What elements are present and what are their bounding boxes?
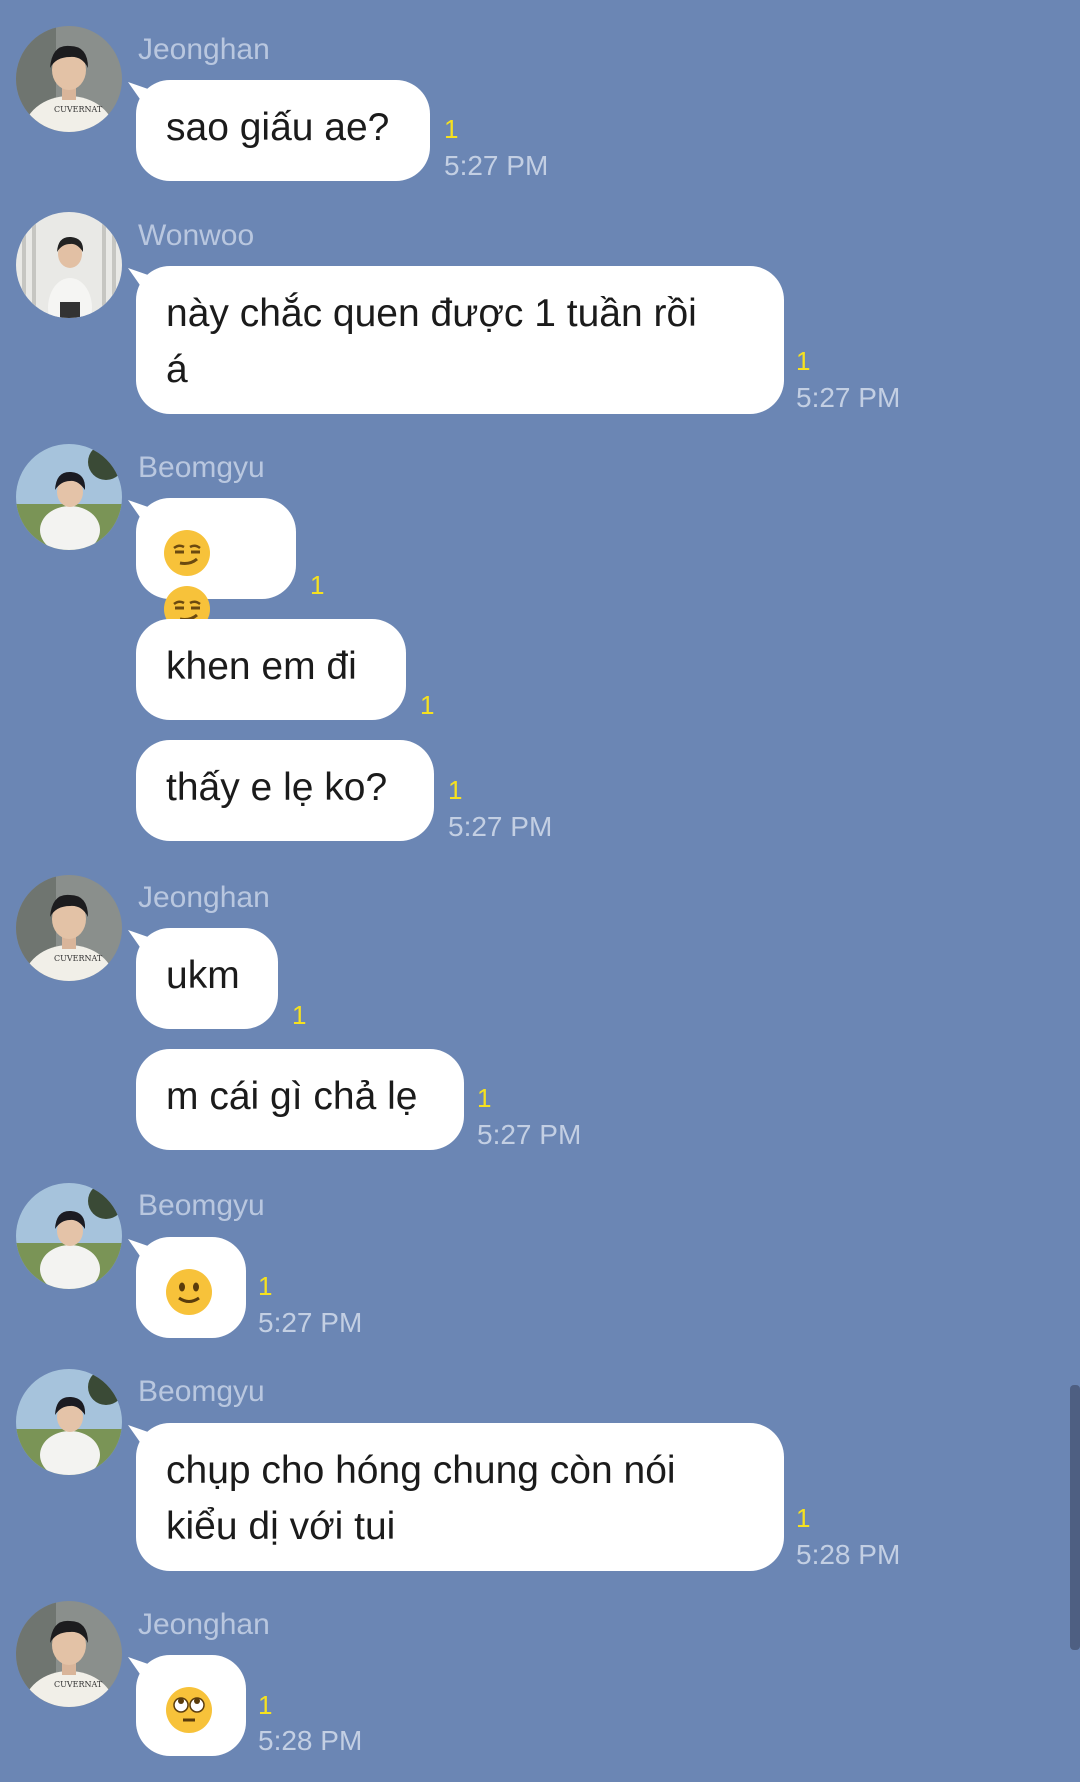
slightly-smiling-face-icon bbox=[166, 1268, 212, 1315]
unread-count: 1 bbox=[796, 1503, 811, 1533]
sender-name: Jeonghan bbox=[138, 33, 270, 66]
unread-count: 1 bbox=[477, 1083, 492, 1113]
unread-count: 1 bbox=[420, 690, 435, 720]
message-text: thấy e lẹ ko? bbox=[166, 766, 388, 809]
message-bubble[interactable]: này chắc quen được 1 tuần rồi á bbox=[136, 266, 784, 414]
message-bubble[interactable] bbox=[136, 1237, 246, 1338]
message-time: 5:27 PM bbox=[444, 150, 549, 181]
message-time: 5:27 PM bbox=[796, 382, 901, 413]
message-time: 5:27 PM bbox=[448, 811, 553, 842]
avatar-jeonghan[interactable]: CUVERNAT bbox=[16, 26, 122, 132]
unread-count: 1 bbox=[310, 570, 325, 600]
sender-name: Beomgyu bbox=[138, 1189, 265, 1222]
svg-text:CUVERNAT: CUVERNAT bbox=[54, 954, 103, 963]
message-text: m cái gì chả lẹ bbox=[166, 1075, 418, 1118]
sender-name: Beomgyu bbox=[138, 451, 265, 484]
message-text-line: chụp cho hóng chung còn nói bbox=[166, 1449, 676, 1492]
message-bubble[interactable]: m cái gì chả lẹ bbox=[136, 1049, 464, 1150]
message-bubble[interactable]: ukm bbox=[136, 928, 278, 1029]
message-bubble[interactable]: khen em đi bbox=[136, 619, 406, 720]
unread-count: 1 bbox=[292, 1000, 307, 1030]
message-time: 5:27 PM bbox=[477, 1119, 582, 1150]
message-bubble[interactable]: sao giấu ae? bbox=[136, 80, 430, 181]
message-bubble[interactable]: chụp cho hóng chung còn nói kiểu dị với … bbox=[136, 1423, 784, 1571]
message-time: 5:28 PM bbox=[258, 1725, 363, 1756]
message-text-line: này chắc quen được 1 tuần rồi bbox=[166, 292, 697, 335]
message-time: 5:27 PM bbox=[258, 1307, 363, 1338]
scrollbar[interactable] bbox=[1070, 1385, 1080, 1650]
message-bubble[interactable] bbox=[136, 498, 296, 632]
avatar-wonwoo[interactable] bbox=[16, 212, 122, 318]
chat-thread[interactable]: CUVERNAT Jeonghan sao giấu ae? 1 5:27 PM… bbox=[0, 0, 1080, 1782]
sender-name: Jeonghan bbox=[138, 1608, 270, 1641]
unread-count: 1 bbox=[448, 775, 463, 805]
avatar-jeonghan[interactable]: CUVERNAT bbox=[16, 1601, 122, 1707]
sender-name: Beomgyu bbox=[138, 1375, 265, 1408]
smirking-face-icon bbox=[164, 529, 210, 576]
message-text-line: á bbox=[166, 348, 188, 391]
avatar-jeonghan[interactable]: CUVERNAT bbox=[16, 875, 122, 981]
svg-text:CUVERNAT: CUVERNAT bbox=[54, 105, 103, 114]
avatar-beomgyu[interactable] bbox=[16, 1369, 122, 1475]
avatar-beomgyu[interactable] bbox=[16, 444, 122, 550]
sender-name: Jeonghan bbox=[138, 881, 270, 914]
svg-text:CUVERNAT: CUVERNAT bbox=[54, 1680, 103, 1689]
rolling-eyes-face-icon bbox=[166, 1686, 212, 1733]
message-time: 5:28 PM bbox=[796, 1539, 901, 1570]
unread-count: 1 bbox=[444, 114, 459, 144]
unread-count: 1 bbox=[258, 1690, 273, 1720]
message-text: khen em đi bbox=[166, 645, 357, 688]
message-bubble[interactable] bbox=[136, 1655, 246, 1756]
unread-count: 1 bbox=[796, 346, 811, 376]
message-bubble[interactable]: thấy e lẹ ko? bbox=[136, 740, 434, 841]
avatar-beomgyu[interactable] bbox=[16, 1183, 122, 1289]
message-text: sao giấu ae? bbox=[166, 106, 390, 149]
message-text: ukm bbox=[166, 954, 240, 997]
message-text-line: kiểu dị với tui bbox=[166, 1505, 396, 1548]
unread-count: 1 bbox=[258, 1271, 273, 1301]
sender-name: Wonwoo bbox=[138, 219, 255, 252]
